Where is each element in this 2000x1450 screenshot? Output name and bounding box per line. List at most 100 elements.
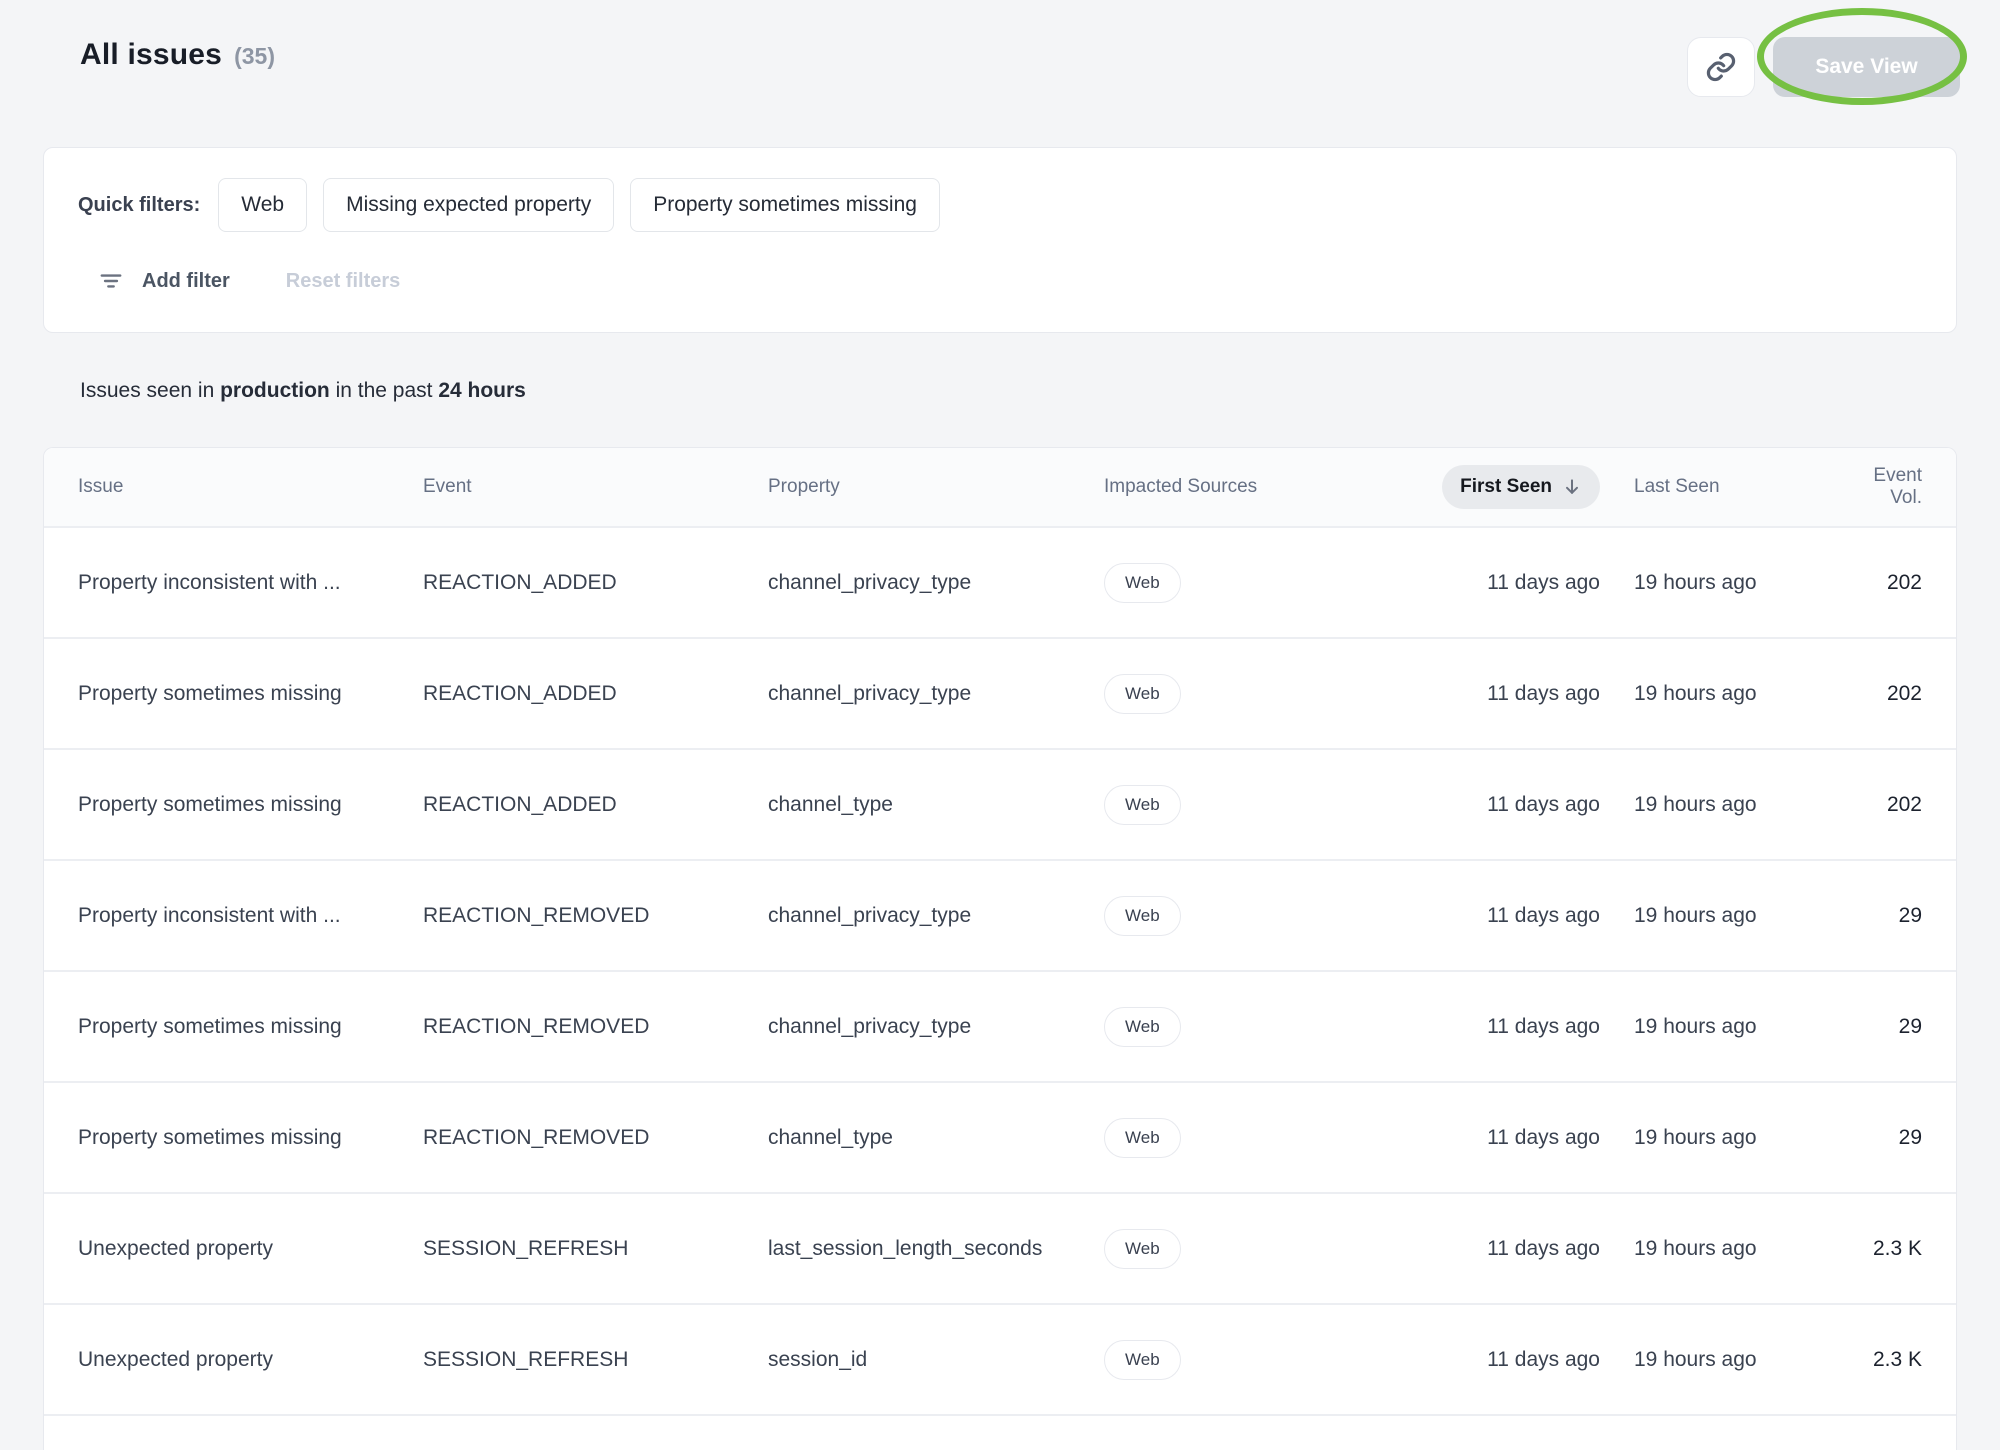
property-cell: channel_privacy_type bbox=[768, 571, 1104, 595]
impacted-sources-cell: Web bbox=[1104, 785, 1434, 825]
property-cell: channel_privacy_type bbox=[768, 1015, 1104, 1039]
table-row[interactable]: Property sometimes missing REACTION_ADDE… bbox=[44, 639, 1956, 750]
column-header-first-seen-label: First Seen bbox=[1460, 476, 1552, 498]
event-vol-cell: 29 bbox=[1840, 1015, 1922, 1039]
add-filter-label: Add filter bbox=[142, 270, 230, 293]
sort-descending-arrow-icon bbox=[1562, 477, 1582, 497]
source-badge-web: Web bbox=[1104, 674, 1181, 714]
filter-lines-icon bbox=[98, 268, 124, 294]
summary-environment: production bbox=[220, 379, 330, 402]
source-badge-web: Web bbox=[1104, 785, 1181, 825]
last-seen-cell: 19 hours ago bbox=[1600, 1126, 1840, 1150]
last-seen-cell: 19 hours ago bbox=[1600, 1348, 1840, 1372]
issue-cell: Property sometimes missing bbox=[78, 682, 423, 706]
column-header-impacted-sources[interactable]: Impacted Sources bbox=[1104, 476, 1434, 498]
quick-filters-row: Quick filters: Web Missing expected prop… bbox=[78, 178, 1922, 232]
source-badge-web: Web bbox=[1104, 1118, 1181, 1158]
quick-filters-label: Quick filters: bbox=[78, 194, 200, 217]
table-row[interactable]: Unexpected property SESSION_REFRESH last… bbox=[44, 1194, 1956, 1305]
first-seen-cell: 11 days ago bbox=[1434, 1237, 1600, 1261]
column-header-event-vol[interactable]: Event Vol. bbox=[1840, 465, 1922, 509]
filter-card: Quick filters: Web Missing expected prop… bbox=[43, 147, 1957, 333]
property-cell: channel_privacy_type bbox=[768, 904, 1104, 928]
first-seen-cell: 11 days ago bbox=[1434, 1015, 1600, 1039]
source-badge-web: Web bbox=[1104, 1229, 1181, 1269]
event-cell: REACTION_REMOVED bbox=[423, 1015, 768, 1039]
event-vol-cell: 29 bbox=[1840, 904, 1922, 928]
reset-filters-button[interactable]: Reset filters bbox=[286, 270, 401, 293]
table-row[interactable]: Property sometimes missing REACTION_REMO… bbox=[44, 972, 1956, 1083]
first-seen-cell: 11 days ago bbox=[1434, 571, 1600, 595]
first-seen-cell: 11 days ago bbox=[1434, 904, 1600, 928]
issue-count-badge: (35) bbox=[234, 43, 275, 70]
event-cell: REACTION_ADDED bbox=[423, 793, 768, 817]
event-cell: REACTION_REMOVED bbox=[423, 1126, 768, 1150]
column-header-first-seen-wrap: First Seen bbox=[1434, 465, 1600, 509]
save-view-button[interactable]: Save View bbox=[1773, 37, 1960, 97]
event-cell: REACTION_ADDED bbox=[423, 571, 768, 595]
issues-summary-line: Issues seen in production in the past 24… bbox=[80, 379, 2000, 403]
issues-table: Issue Event Property Impacted Sources Fi… bbox=[43, 447, 1957, 1450]
last-seen-cell: 19 hours ago bbox=[1600, 682, 1840, 706]
table-row[interactable]: Property sometimes missing REACTION_REMO… bbox=[44, 1083, 1956, 1194]
event-vol-cell: 2.3 K bbox=[1840, 1348, 1922, 1372]
impacted-sources-cell: Web bbox=[1104, 1118, 1434, 1158]
event-vol-cell: 202 bbox=[1840, 571, 1922, 595]
copy-link-button[interactable] bbox=[1687, 37, 1755, 97]
source-badge-web: Web bbox=[1104, 1007, 1181, 1047]
column-header-property[interactable]: Property bbox=[768, 476, 1104, 498]
event-vol-cell: 2.3 K bbox=[1840, 1237, 1922, 1261]
table-row[interactable]: Property sometimes missing REACTION_ADDE… bbox=[44, 750, 1956, 861]
source-badge-web: Web bbox=[1104, 563, 1181, 603]
table-row[interactable]: Unexpected property SESSION_REFRESH sess… bbox=[44, 1305, 1956, 1416]
impacted-sources-cell: Web bbox=[1104, 896, 1434, 936]
link-icon bbox=[1705, 51, 1737, 83]
first-seen-cell: 11 days ago bbox=[1434, 793, 1600, 817]
impacted-sources-cell: Web bbox=[1104, 1229, 1434, 1269]
event-vol-cell: 202 bbox=[1840, 793, 1922, 817]
last-seen-cell: 19 hours ago bbox=[1600, 1237, 1840, 1261]
column-header-event[interactable]: Event bbox=[423, 476, 768, 498]
first-seen-cell: 11 days ago bbox=[1434, 1126, 1600, 1150]
column-header-first-seen-sort[interactable]: First Seen bbox=[1442, 465, 1600, 509]
summary-timeframe: 24 hours bbox=[438, 379, 526, 402]
quick-filter-chip-missing-expected-property[interactable]: Missing expected property bbox=[323, 178, 614, 232]
source-badge-web: Web bbox=[1104, 1340, 1181, 1380]
summary-prefix: Issues seen in bbox=[80, 379, 220, 402]
property-cell: channel_type bbox=[768, 793, 1104, 817]
impacted-sources-cell: Web bbox=[1104, 674, 1434, 714]
last-seen-cell: 19 hours ago bbox=[1600, 793, 1840, 817]
last-seen-cell: 19 hours ago bbox=[1600, 1015, 1840, 1039]
summary-middle: in the past bbox=[330, 379, 439, 402]
page-header: All issues (35) Save View bbox=[0, 0, 2000, 97]
property-cell: last_session_length_seconds bbox=[768, 1237, 1104, 1261]
first-seen-cell: 11 days ago bbox=[1434, 682, 1600, 706]
impacted-sources-cell: Web bbox=[1104, 1007, 1434, 1047]
issue-cell: Unexpected property bbox=[78, 1237, 423, 1261]
column-header-issue[interactable]: Issue bbox=[78, 476, 423, 498]
table-row[interactable]: Property inconsistent with ... REACTION_… bbox=[44, 528, 1956, 639]
filter-actions-row: Add filter Reset filters bbox=[78, 260, 1922, 302]
issue-cell: Property sometimes missing bbox=[78, 1015, 423, 1039]
event-cell: REACTION_REMOVED bbox=[423, 904, 768, 928]
impacted-sources-cell: Web bbox=[1104, 1340, 1434, 1380]
page-title: All issues bbox=[80, 38, 222, 72]
property-cell: channel_privacy_type bbox=[768, 682, 1104, 706]
last-seen-cell: 19 hours ago bbox=[1600, 571, 1840, 595]
issue-cell: Property inconsistent with ... bbox=[78, 571, 423, 595]
quick-filter-chip-web[interactable]: Web bbox=[218, 178, 307, 232]
event-cell: SESSION_REFRESH bbox=[423, 1237, 768, 1261]
source-badge-web: Web bbox=[1104, 896, 1181, 936]
table-row[interactable]: Property inconsistent with ... REACTION_… bbox=[44, 861, 1956, 972]
column-header-last-seen[interactable]: Last Seen bbox=[1600, 476, 1840, 498]
event-cell: SESSION_REFRESH bbox=[423, 1348, 768, 1372]
quick-filter-chip-property-sometimes-missing[interactable]: Property sometimes missing bbox=[630, 178, 940, 232]
add-filter-button[interactable]: Add filter bbox=[98, 268, 230, 294]
header-actions: Save View bbox=[1687, 37, 1960, 97]
impacted-sources-cell: Web bbox=[1104, 563, 1434, 603]
first-seen-cell: 11 days ago bbox=[1434, 1348, 1600, 1372]
table-row-partial bbox=[44, 1416, 1956, 1450]
table-header-row: Issue Event Property Impacted Sources Fi… bbox=[44, 448, 1956, 528]
event-vol-cell: 29 bbox=[1840, 1126, 1922, 1150]
issue-cell: Unexpected property bbox=[78, 1348, 423, 1372]
